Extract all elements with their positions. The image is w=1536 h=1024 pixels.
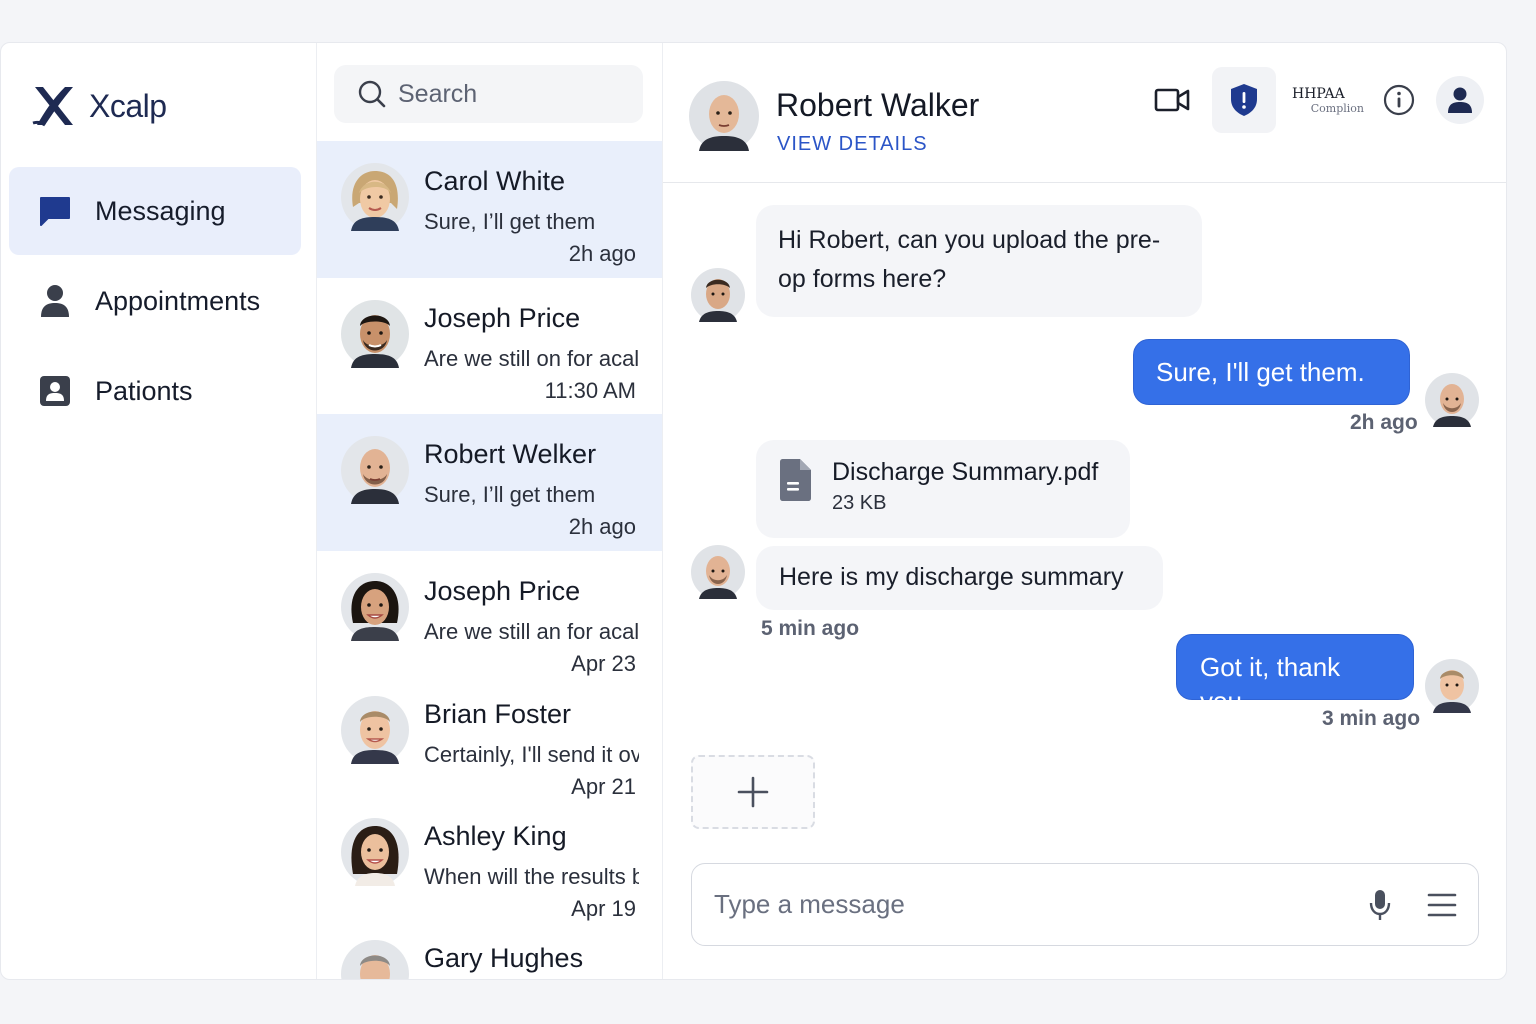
plus-icon <box>737 776 769 808</box>
nav-item-patients[interactable]: Pationts <box>9 347 301 435</box>
sidebar: Xcalp Messaging Appointments Pationts <box>1 43 317 979</box>
document-icon <box>780 459 811 501</box>
nav-list: Messaging Appointments Pationts <box>9 167 301 437</box>
message-composer <box>691 863 1479 946</box>
avatar <box>1425 373 1479 427</box>
conversation-item[interactable]: Joseph Price Are we still on for acall 1… <box>317 278 662 414</box>
contact-name: Robert Walker <box>776 87 980 123</box>
chat-header: Robert Walker VIEW DETAILS HHPAA Complio… <box>663 43 1506 183</box>
menu-button[interactable] <box>1416 879 1468 931</box>
message-text: Hi Robert, can you upload the pre-op for… <box>778 226 1161 293</box>
app-window: Xcalp Messaging Appointments Pationts Se… <box>0 42 1507 980</box>
search-box[interactable] <box>334 65 643 123</box>
microphone-icon <box>1369 889 1391 920</box>
conversation-panel: Carol White Sure, I’ll get them 2h ago J… <box>317 43 663 979</box>
brand-name: Xcalp <box>89 87 167 124</box>
profile-icon <box>1448 87 1472 113</box>
security-button[interactable] <box>1212 67 1276 133</box>
conversation-time: 2h ago <box>568 241 636 266</box>
avatar <box>341 436 409 504</box>
search-input[interactable] <box>398 79 628 109</box>
x-logo-icon <box>32 87 73 127</box>
conversation-time: 11:30 AM <box>544 378 636 403</box>
conversation-time: 2h ago <box>568 514 636 539</box>
message-time: 2h ago <box>1350 411 1418 434</box>
message-bubble-outgoing[interactable]: Sure, I'll get them. <box>1133 339 1410 405</box>
nav-label: Messaging <box>95 195 226 226</box>
person-icon <box>37 283 73 319</box>
avatar <box>691 545 745 599</box>
conversation-preview: Are we still on for acall <box>424 346 639 371</box>
message-bubble[interactable]: Hi Robert, can you upload the pre-op for… <box>756 205 1202 317</box>
info-button[interactable] <box>1374 75 1424 125</box>
nav-item-messaging[interactable]: Messaging <box>9 167 301 255</box>
compliance-title: HHPAA <box>1292 85 1345 102</box>
message-bubble[interactable]: Here is my discharge summary <box>756 546 1163 610</box>
nav-label: Pationts <box>95 375 193 406</box>
header-actions: HHPAA Complion <box>1140 67 1484 133</box>
nav-item-appointments[interactable]: Appointments <box>9 257 301 345</box>
avatar <box>1425 659 1479 713</box>
message-bubble-outgoing[interactable]: Got it, thank you. <box>1176 634 1414 716</box>
avatar[interactable] <box>689 81 759 151</box>
chat-bubble-icon <box>37 193 73 229</box>
conversation-item[interactable]: Joseph Price Are we still an for acall A… <box>317 551 662 676</box>
message-text: Sure, I'll get them. <box>1156 357 1365 387</box>
nav-label: Appointments <box>95 285 261 316</box>
conversation-name: Joseph Price <box>424 576 581 606</box>
avatar <box>341 300 409 368</box>
conversation-name: Robert Welker <box>424 439 597 469</box>
avatar <box>341 818 409 886</box>
conversation-preview: Certainly, I'll send it over <box>424 742 639 767</box>
compliance-badge: HHPAA Complion <box>1292 87 1364 114</box>
conversation-item[interactable]: Gary Hughes <box>317 918 662 979</box>
file-name: Discharge Summary.pdf <box>832 458 1099 486</box>
conversation-preview: Sure, I’ll get them <box>424 482 596 507</box>
message-time: 5 min ago <box>761 617 860 640</box>
conversation-name: Brian Foster <box>424 699 572 729</box>
conversation-preview: Are we still an for acall <box>424 619 639 644</box>
file-size: 23 KB <box>832 492 887 514</box>
message-text: Here is my discharge summary <box>779 563 1124 591</box>
conversation-list: Carol White Sure, I’ll get them 2h ago J… <box>317 141 662 979</box>
conversation-name: Carol White <box>424 166 566 196</box>
avatar <box>691 268 745 322</box>
conversation-preview: Sure, I’ll get them <box>424 209 596 234</box>
conversation-name: Gary Hughes <box>424 943 584 973</box>
message-text: Got it, thank you. <box>1200 652 1341 716</box>
search-icon <box>358 80 386 108</box>
avatar <box>341 940 409 979</box>
conversation-item[interactable]: Carol White Sure, I’ll get them 2h ago <box>317 141 662 278</box>
conversation-name: Joseph Price <box>424 303 581 333</box>
compliance-subtitle: Complion <box>1310 101 1364 115</box>
avatar <box>341 163 409 231</box>
profile-button[interactable] <box>1436 76 1484 124</box>
message-input[interactable] <box>714 889 1354 920</box>
conversation-item[interactable]: Brian Foster Certainly, I'll send it ove… <box>317 674 662 799</box>
shield-alert-icon <box>1231 84 1257 116</box>
info-icon <box>1383 84 1415 116</box>
conversation-item[interactable]: Robert Welker Sure, I’ll get them 2h ago <box>317 414 662 551</box>
avatar <box>341 573 409 641</box>
contact-card-icon <box>37 373 73 409</box>
message-time: 3 min ago <box>1322 707 1421 730</box>
file-attachment[interactable]: Discharge Summary.pdf 23 KB <box>756 440 1130 538</box>
avatar <box>341 696 409 764</box>
attach-button[interactable] <box>691 755 815 829</box>
voice-button[interactable] <box>1354 879 1406 931</box>
chat-panel: Robert Walker VIEW DETAILS HHPAA Complio… <box>663 43 1506 979</box>
video-camera-icon <box>1154 88 1190 112</box>
conversation-item[interactable]: Ashley King When will the results be Apr… <box>317 796 662 921</box>
conversation-name: Ashley King <box>424 821 567 851</box>
video-call-button[interactable] <box>1140 67 1204 133</box>
hamburger-menu-icon <box>1427 893 1457 916</box>
brand[interactable]: Xcalp <box>31 83 167 129</box>
view-details-link[interactable]: VIEW DETAILS <box>777 133 928 156</box>
conversation-preview: When will the results be <box>424 864 639 889</box>
